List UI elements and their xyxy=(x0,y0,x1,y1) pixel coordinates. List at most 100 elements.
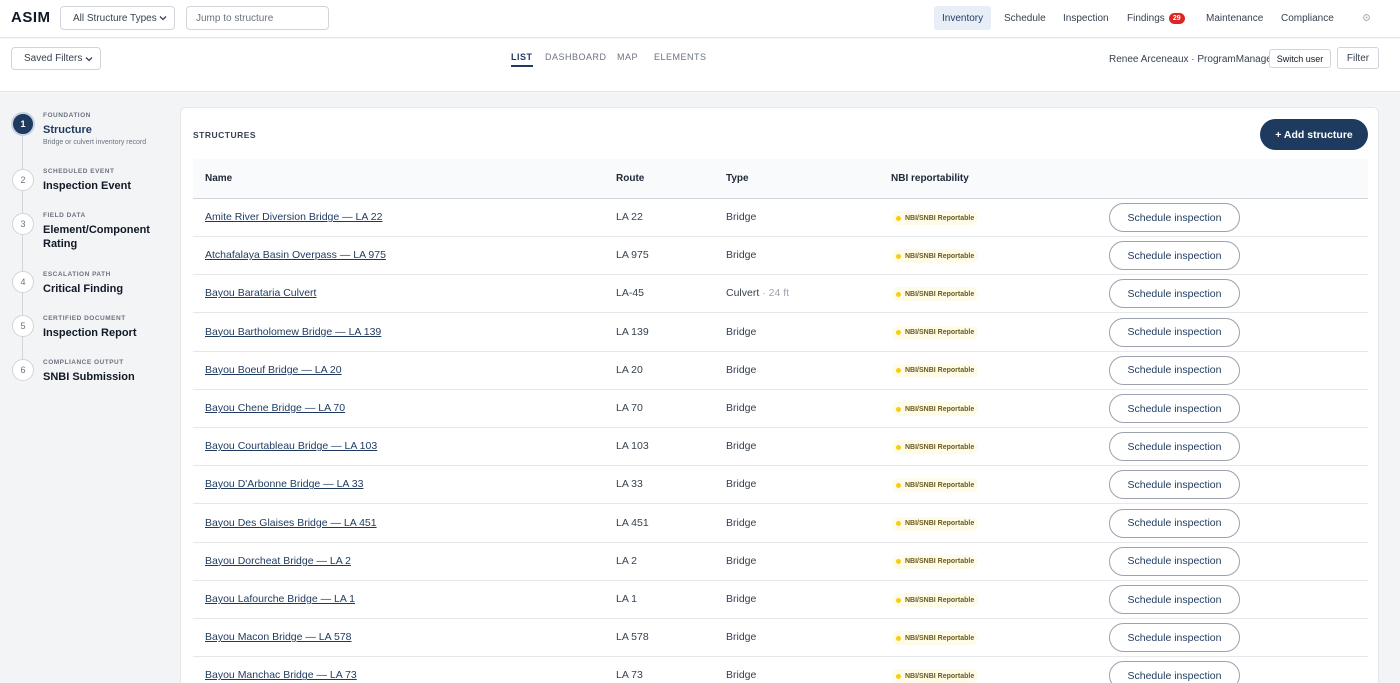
structure-route: LA 73 xyxy=(616,669,643,682)
nav-maintenance[interactable]: Maintenance xyxy=(1206,6,1263,30)
gear-icon[interactable] xyxy=(1362,13,1371,22)
jump-to-structure-input[interactable] xyxy=(186,6,329,30)
step-1-title[interactable]: Structure xyxy=(43,123,163,137)
structure-name-link[interactable]: Bayou Courtableau Bridge — LA 103 xyxy=(205,440,377,452)
structure-type-label: Bridge xyxy=(726,402,757,414)
structure-name-link[interactable]: Bayou Dorcheat Bridge — LA 2 xyxy=(205,555,351,567)
structure-type-label: Bridge xyxy=(726,516,757,529)
nbi-reportable-label: NBI/SNBI Reportable xyxy=(905,672,975,680)
filter-button[interactable]: Filter xyxy=(1337,47,1379,69)
status-dot-icon xyxy=(896,559,901,565)
status-dot-icon xyxy=(896,482,901,488)
column-header-type[interactable]: Type xyxy=(726,173,749,184)
structure-name-link[interactable]: Bayou Macon Bridge — LA 578 xyxy=(205,631,352,643)
structure-name-link[interactable]: Bayou Lafourche Bridge — LA 1 xyxy=(205,593,355,605)
step-6-indicator[interactable]: 6 xyxy=(12,359,34,381)
schedule-inspection-button[interactable]: Schedule inspection xyxy=(1109,241,1240,271)
nav-findings[interactable]: Findings 29 xyxy=(1127,6,1185,30)
column-header-route[interactable]: Route xyxy=(616,173,644,184)
structure-name-link[interactable]: Bayou Chene Bridge — LA 70 xyxy=(205,402,345,414)
step-2-title[interactable]: Inspection Event xyxy=(43,179,163,193)
nbi-reportable-label: NBI/SNBI Reportable xyxy=(905,214,975,222)
structures-card: STRUCTURES + Add structure Name Route Ty… xyxy=(180,107,1379,683)
nbi-reportable-badge: NBI/SNBI Reportable xyxy=(892,363,979,378)
structure-route: LA 33 xyxy=(616,478,643,491)
status-dot-icon xyxy=(896,253,901,259)
table-row: Atchafalaya Basin Overpass — LA 975 LA 97… xyxy=(193,237,1368,276)
saved-filters-select[interactable]: Saved Filters xyxy=(11,47,101,70)
structure-type: Bridge xyxy=(726,364,756,376)
structure-type-label: Bridge xyxy=(726,249,757,262)
sub-bar: Saved Filters LIST DASHBOARD MAP ELEMENT… xyxy=(0,39,1400,92)
structures-title: STRUCTURES xyxy=(193,130,257,140)
nbi-reportable-badge: NBI/SNBI Reportable xyxy=(892,554,979,569)
schedule-inspection-button[interactable]: Schedule inspection xyxy=(1109,623,1240,653)
step-3-eyebrow: FIELD DATA xyxy=(43,212,86,219)
nav-inspection[interactable]: Inspection xyxy=(1063,6,1109,30)
findings-count-badge: 29 xyxy=(1168,12,1185,24)
structure-type-label: Bridge xyxy=(726,211,757,223)
nbi-reportable-label: NBI/SNBI Reportable xyxy=(905,520,975,528)
switch-user-button[interactable]: Switch user xyxy=(1269,49,1331,68)
chevron-down-icon xyxy=(159,16,167,21)
nbi-reportable-badge: NBI/SNBI Reportable xyxy=(892,593,979,607)
step-5-indicator[interactable]: 5 xyxy=(12,315,34,337)
schedule-inspection-button[interactable]: Schedule inspection xyxy=(1109,317,1240,347)
current-user-label: Renee Arceneaux · ProgramManager xyxy=(1109,54,1276,65)
structure-type-label: Bridge xyxy=(726,669,757,682)
column-header-nbi[interactable]: NBI reportability xyxy=(891,173,969,184)
status-dot-icon xyxy=(896,330,901,336)
table-row: Bayou Courtableau Bridge — LA 103 LA 103 B… xyxy=(193,428,1368,467)
structure-name-link[interactable]: Atchafalaya Basin Overpass — LA 975 xyxy=(205,249,386,261)
step-3-title[interactable]: Element/Component Rating xyxy=(43,223,163,251)
structure-name-link[interactable]: Bayou Des Glaises Bridge — LA 451 xyxy=(205,517,377,529)
column-header-name[interactable]: Name xyxy=(205,173,232,184)
schedule-inspection-button[interactable]: Schedule inspection xyxy=(1109,470,1240,500)
step-1-indicator[interactable]: 1 xyxy=(11,112,35,136)
schedule-inspection-button[interactable]: Schedule inspection xyxy=(1109,432,1240,462)
nav-compliance[interactable]: Compliance xyxy=(1281,6,1334,30)
schedule-inspection-button[interactable]: Schedule inspection xyxy=(1109,585,1240,614)
step-5-title[interactable]: Inspection Report xyxy=(43,326,163,340)
schedule-inspection-button[interactable]: Schedule inspection xyxy=(1109,661,1240,683)
add-structure-button[interactable]: + Add structure xyxy=(1260,119,1368,150)
status-dot-icon xyxy=(896,597,901,603)
structure-name-link[interactable]: Bayou Manchac Bridge — LA 73 xyxy=(205,669,357,681)
structure-type-select[interactable]: All Structure Types xyxy=(60,6,175,30)
structure-name-link[interactable]: Bayou Barataria Culvert xyxy=(205,287,316,299)
nbi-reportable-badge: NBI/SNBI Reportable xyxy=(892,249,979,264)
tab-map[interactable]: MAP xyxy=(617,52,638,65)
nbi-reportable-label: NBI/SNBI Reportable xyxy=(905,405,975,413)
schedule-inspection-button[interactable]: Schedule inspection xyxy=(1109,394,1240,423)
table-row: Bayou Barataria Culvert LA-45 Culvert · 24… xyxy=(193,275,1368,314)
nav-inventory[interactable]: Inventory xyxy=(934,6,992,30)
step-1-eyebrow: FOUNDATION xyxy=(43,112,91,119)
table-row: Bayou Macon Bridge — LA 578 LA 578 Bridge N… xyxy=(193,619,1368,658)
structure-name-link[interactable]: Amite River Diversion Bridge — LA 22 xyxy=(205,211,382,223)
schedule-inspection-button[interactable]: Schedule inspection xyxy=(1109,508,1240,538)
step-6-title[interactable]: SNBI Submission xyxy=(43,370,163,384)
step-2-indicator[interactable]: 2 xyxy=(12,169,34,191)
schedule-inspection-button[interactable]: Schedule inspection xyxy=(1109,279,1240,309)
structure-name-link[interactable]: Bayou Bartholomew Bridge — LA 139 xyxy=(205,326,381,338)
tab-dashboard[interactable]: DASHBOARD xyxy=(545,52,607,65)
schedule-inspection-button[interactable]: Schedule inspection xyxy=(1109,203,1240,232)
schedule-inspection-button[interactable]: Schedule inspection xyxy=(1109,546,1240,576)
structure-type: Bridge xyxy=(726,478,756,490)
tab-list[interactable]: LIST xyxy=(511,52,533,67)
structure-name-link[interactable]: Bayou D'Arbonne Bridge — LA 33 xyxy=(205,478,363,490)
table-row: Bayou D'Arbonne Bridge — LA 33 LA 33 Bridg… xyxy=(193,466,1368,505)
step-4-title[interactable]: Critical Finding xyxy=(43,282,163,296)
step-4-indicator[interactable]: 4 xyxy=(12,271,34,293)
status-dot-icon xyxy=(896,635,901,641)
nav-schedule[interactable]: Schedule xyxy=(1004,6,1046,30)
structure-route: LA 451 xyxy=(616,516,649,529)
table-row: Bayou Chene Bridge — LA 70 LA 70 Bridge NBI… xyxy=(193,390,1368,428)
tab-elements[interactable]: ELEMENTS xyxy=(654,52,707,65)
table-row: Bayou Manchac Bridge — LA 73 LA 73 Bridge N… xyxy=(193,657,1368,683)
structure-name-link[interactable]: Bayou Boeuf Bridge — LA 20 xyxy=(205,364,342,376)
step-3-indicator[interactable]: 3 xyxy=(12,213,34,235)
structure-type-label: Bridge xyxy=(726,325,757,338)
schedule-inspection-button[interactable]: Schedule inspection xyxy=(1109,355,1240,385)
structure-type: Bridge xyxy=(726,593,756,605)
